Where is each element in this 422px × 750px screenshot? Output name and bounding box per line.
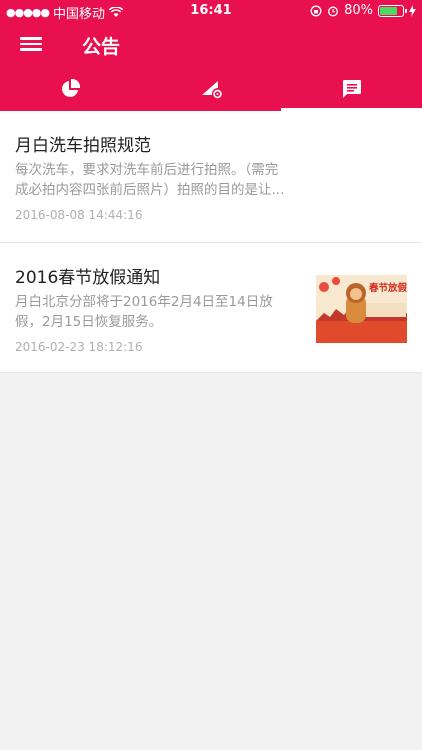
announcement-summary-line: 每次洗车，要求对洗车前后进行拍照。（需完 — [15, 162, 279, 178]
alarm-icon — [328, 6, 339, 16]
tab-signal[interactable] — [141, 66, 282, 111]
status-bar: ●●●●● 中国移动 16:41 80% — [0, 0, 422, 22]
menu-button[interactable] — [20, 34, 42, 54]
tab-announcements[interactable] — [281, 66, 422, 111]
tab-bar — [0, 66, 422, 111]
rotation-lock-icon — [310, 5, 322, 16]
announcement-summary-line: 成必拍内容四张前后照片）拍照的目的是让... — [15, 182, 285, 198]
signal-settings-icon — [202, 80, 222, 98]
announcement-summary-line: 假，2月15日恢复服务。 — [15, 314, 163, 330]
app-header: ●●●●● 中国移动 16:41 80% 公告 — [0, 0, 422, 111]
announcement-title: 月白洗车拍照规范 — [15, 136, 151, 156]
charging-icon — [409, 4, 416, 17]
announcement-list: 月白洗车拍照规范 每次洗车，要求对洗车前后进行拍照。（需完 成必拍内容四张前后照… — [0, 111, 422, 373]
announcement-title: 2016春节放假通知 — [15, 268, 161, 288]
title-bar: 公告 — [0, 22, 422, 66]
message-icon — [342, 79, 361, 98]
announcement-date: 2016-08-08 14:44:16 — [15, 208, 143, 222]
tab-statistics[interactable] — [0, 66, 141, 111]
announcement-thumbnail: 春节放假通 — [316, 275, 407, 343]
pie-chart-icon — [62, 78, 81, 97]
announcement-date: 2016-02-23 18:12:16 — [15, 340, 143, 354]
battery-percent: 80% — [344, 3, 373, 18]
list-item[interactable]: 2016春节放假通知 月白北京分部将于2016年2月4日至14日放 假，2月15… — [0, 243, 422, 373]
thumbnail-text: 春节放假通 — [368, 282, 407, 294]
battery-icon — [378, 4, 407, 17]
page-title: 公告 — [82, 36, 121, 58]
list-item[interactable]: 月白洗车拍照规范 每次洗车，要求对洗车前后进行拍照。（需完 成必拍内容四张前后照… — [0, 111, 422, 243]
announcement-summary-line: 月白北京分部将于2016年2月4日至14日放 — [15, 294, 273, 310]
